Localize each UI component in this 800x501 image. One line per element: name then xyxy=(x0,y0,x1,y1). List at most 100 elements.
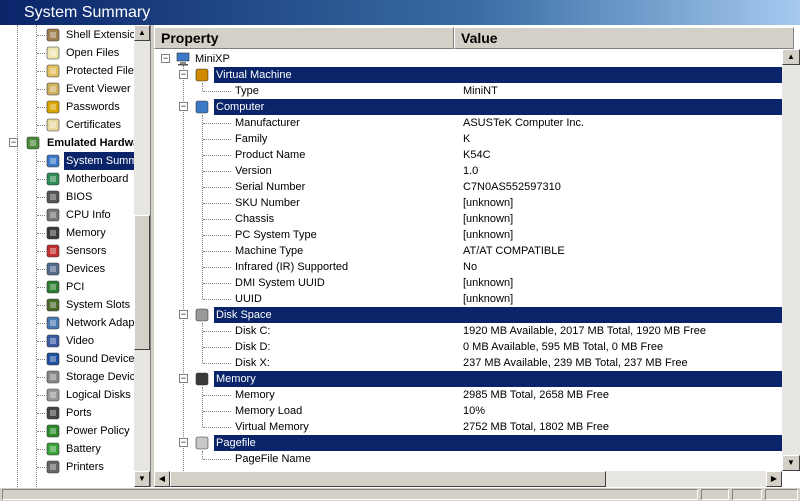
tree-guide-line xyxy=(37,269,45,270)
horizontal-scroll-thumb[interactable] xyxy=(170,471,606,487)
scroll-right-button[interactable]: ▶ xyxy=(766,471,782,487)
section-row[interactable]: − Memory xyxy=(154,371,782,387)
property-name: Disk D: xyxy=(235,341,271,353)
tree-item[interactable]: System Summary xyxy=(0,152,150,170)
property-row[interactable]: Serial Number C7N0AS552597310 xyxy=(154,179,782,195)
cpu-icon xyxy=(45,207,61,223)
tree-item[interactable]: Video xyxy=(0,332,134,350)
property-name: PageFile Name xyxy=(235,453,311,465)
tree-item-label: Video xyxy=(66,335,94,347)
collapse-toggle[interactable]: − xyxy=(179,70,188,79)
property-row[interactable]: UUID [unknown] xyxy=(154,291,782,307)
tree-item[interactable]: − Emulated Hardware xyxy=(0,134,150,152)
certificate-icon xyxy=(45,117,61,133)
property-row[interactable]: Infrared (IR) Supported No xyxy=(154,259,782,275)
property-row[interactable]: Version 1.0 xyxy=(154,163,782,179)
property-row[interactable]: Chassis [unknown] xyxy=(154,211,782,227)
navigation-tree[interactable]: Shell Extensions Open Files Protected File… xyxy=(0,25,151,487)
tree-item[interactable]: Logical Disks xyxy=(0,386,134,404)
property-list[interactable]: Property Value − MiniXP − Virtual Machine Ty… xyxy=(154,25,800,487)
collapse-toggle[interactable]: − xyxy=(179,438,188,447)
memory-icon xyxy=(194,371,210,387)
property-name: Disk X: xyxy=(235,357,270,369)
property-row[interactable]: Manufacturer ASUSTeK Computer Inc. xyxy=(154,115,782,131)
tree-item[interactable]: Ports xyxy=(0,404,134,422)
property-row[interactable]: Machine Type AT/AT COMPATIBLE xyxy=(154,243,782,259)
collapse-toggle[interactable]: − xyxy=(9,138,18,147)
tree-item[interactable]: Event Viewer xyxy=(0,80,134,98)
tree-guide-line xyxy=(37,395,45,396)
property-row[interactable]: Disk C: 1920 MB Available, 2017 MB Total,… xyxy=(154,323,782,339)
scroll-up-button[interactable]: ▲ xyxy=(134,25,150,41)
collapse-toggle[interactable]: − xyxy=(179,102,188,111)
section-row[interactable]: − Virtual Machine xyxy=(154,67,782,83)
property-row[interactable]: Disk D: 0 MB Available, 595 MB Total, 0 M… xyxy=(154,339,782,355)
tree-guide-line xyxy=(37,377,45,378)
property-row[interactable]: Disk X: 237 MB Available, 239 MB Total, 2… xyxy=(154,355,782,371)
property-row[interactable]: DMI System UUID [unknown] xyxy=(154,275,782,291)
globe-computer-icon xyxy=(45,153,61,169)
property-row[interactable]: Product Name K54C xyxy=(154,147,782,163)
tree-item[interactable]: Printers xyxy=(0,458,134,476)
tree-item[interactable]: Sensors xyxy=(0,242,134,260)
tree-item[interactable]: BIOS xyxy=(0,188,134,206)
tree-item-label: CPU Info xyxy=(66,209,111,221)
property-value: K xyxy=(463,133,471,145)
list-horizontal-scrollbar[interactable]: ◀ ▶ xyxy=(154,471,782,487)
tree-guide-line xyxy=(203,427,231,428)
tree-root-row[interactable]: − MiniXP xyxy=(154,51,782,67)
header-property[interactable]: Property xyxy=(154,27,454,49)
section-row[interactable]: − Computer xyxy=(154,99,782,115)
scroll-up-button[interactable]: ▲ xyxy=(782,49,800,65)
scroll-down-button[interactable]: ▼ xyxy=(782,455,800,471)
tree-item[interactable]: Shell Extensions xyxy=(0,26,147,44)
tree-item[interactable]: PCI xyxy=(0,278,134,296)
collapse-toggle[interactable]: − xyxy=(179,374,188,383)
tree-guide-line xyxy=(203,267,231,268)
tree-item[interactable]: CPU Info xyxy=(0,206,134,224)
header-value[interactable]: Value xyxy=(454,27,794,49)
section-row[interactable]: − Pagefile xyxy=(154,435,782,451)
tree-guide-line xyxy=(37,71,45,72)
scroll-down-button[interactable]: ▼ xyxy=(134,471,150,487)
music-note-icon xyxy=(45,351,61,367)
tree-guide-line xyxy=(37,413,45,414)
property-name: PC System Type xyxy=(235,229,317,241)
collapse-toggle[interactable]: − xyxy=(179,310,188,319)
tree-item[interactable]: Certificates xyxy=(0,116,134,134)
tree-item[interactable]: Devices xyxy=(0,260,134,278)
property-row[interactable]: Family K xyxy=(154,131,782,147)
tree-item[interactable]: System Slots xyxy=(0,296,134,314)
scroll-left-button[interactable]: ◀ xyxy=(154,471,170,487)
monitor-icon xyxy=(45,333,61,349)
property-row[interactable]: Type MiniNT xyxy=(154,83,782,99)
property-row[interactable]: SKU Number [unknown] xyxy=(154,195,782,211)
page-icon xyxy=(194,435,210,451)
tree-guide-line xyxy=(203,283,231,284)
tree-vertical-scrollbar[interactable]: ▲ ▼ xyxy=(134,25,150,487)
tree-item[interactable]: Motherboard xyxy=(0,170,134,188)
list-vertical-scrollbar[interactable]: ▲ ▼ xyxy=(782,49,800,471)
tree-item[interactable]: Passwords xyxy=(0,98,134,116)
property-row[interactable]: PageFile Name xyxy=(154,451,782,467)
tree-item[interactable]: Power Policy xyxy=(0,422,134,440)
tree-item[interactable]: Network Adapters xyxy=(0,314,150,332)
tree-guide-line xyxy=(37,449,45,450)
section-row[interactable]: − Disk Space xyxy=(154,307,782,323)
property-row[interactable]: Virtual Memory 2752 MB Total, 1802 MB Fre… xyxy=(154,419,782,435)
collapse-toggle[interactable]: − xyxy=(161,54,170,63)
tree-item[interactable]: Open Files xyxy=(0,44,134,62)
tree-item[interactable]: Sound Devices xyxy=(0,350,140,368)
property-name: Manufacturer xyxy=(235,117,300,129)
status-bar xyxy=(0,487,800,501)
property-name: Machine Type xyxy=(235,245,304,257)
tree-item[interactable]: Protected Files xyxy=(0,62,139,80)
tree-item[interactable]: Battery xyxy=(0,440,134,458)
property-row[interactable]: Memory 2985 MB Total, 2658 MB Free xyxy=(154,387,782,403)
tree-scroll-thumb[interactable] xyxy=(134,215,150,350)
property-name: SKU Number xyxy=(235,197,300,209)
property-row[interactable]: PC System Type [unknown] xyxy=(154,227,782,243)
tree-item[interactable]: Storage Devices xyxy=(0,368,147,386)
property-row[interactable]: Memory Load 10% xyxy=(154,403,782,419)
tree-item[interactable]: Memory xyxy=(0,224,134,242)
